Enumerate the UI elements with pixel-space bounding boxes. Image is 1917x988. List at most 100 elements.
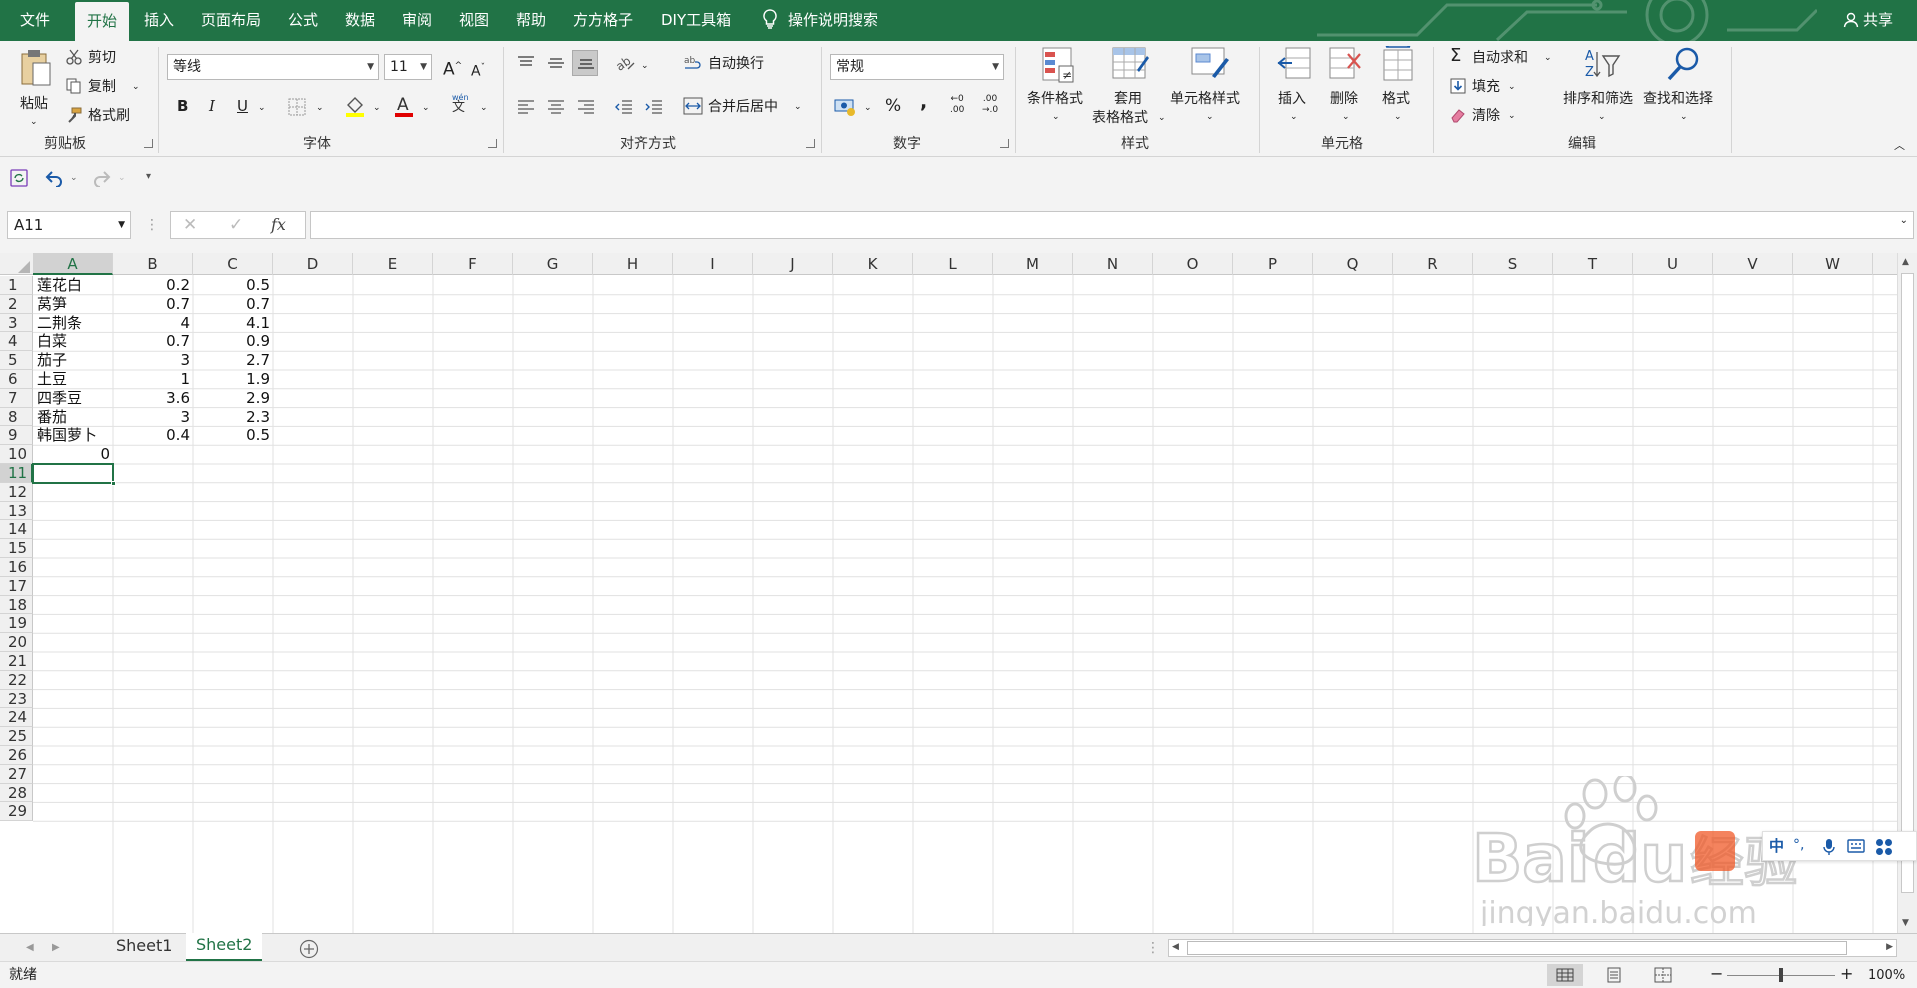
column-header-d[interactable]: D xyxy=(273,253,353,275)
cell-c7[interactable]: 2.9 xyxy=(193,389,273,408)
column-header-q[interactable]: Q xyxy=(1313,253,1393,275)
select-all-icon[interactable] xyxy=(18,261,30,273)
column-header-v[interactable]: V xyxy=(1713,253,1793,275)
chevron-down-icon[interactable]: ⌄ xyxy=(422,99,430,117)
fill-handle[interactable] xyxy=(111,480,116,486)
cell-c1[interactable]: 0.5 xyxy=(193,276,273,295)
column-header-j[interactable]: J xyxy=(753,253,833,275)
cell-a4[interactable]: 白菜 xyxy=(37,332,67,351)
normal-view-button[interactable] xyxy=(1547,964,1583,986)
cancel-icon[interactable]: ✕ xyxy=(183,216,197,234)
comma-button[interactable]: , xyxy=(920,93,927,112)
row-header-25[interactable]: 25 xyxy=(0,727,33,746)
prev-sheet-icon[interactable]: ◀ xyxy=(26,939,34,957)
cell-a5[interactable]: 茄子 xyxy=(37,351,67,370)
horizontal-scroll-thumb[interactable] xyxy=(1187,941,1847,955)
cell-b6[interactable]: 1 xyxy=(113,370,193,389)
collapse-ribbon-icon[interactable]: ︿ xyxy=(1894,137,1905,155)
orientation-icon[interactable]: ab xyxy=(614,52,636,72)
find-select-button[interactable]: 查找和选择 ⌄ xyxy=(1643,46,1723,128)
row-header-28[interactable]: 28 xyxy=(0,783,33,803)
column-header-n[interactable]: N xyxy=(1073,253,1153,275)
cell-b8[interactable]: 3 xyxy=(113,408,193,427)
tell-me-search[interactable]: 操作说明搜索 xyxy=(762,0,878,41)
tab-help[interactable]: 帮助 xyxy=(516,0,546,41)
phonetic-button[interactable]: wén 文 xyxy=(452,93,469,114)
dialog-launcher-icon[interactable] xyxy=(1000,139,1009,148)
row-header-9[interactable]: 9 xyxy=(0,426,33,446)
row-header-17[interactable]: 17 xyxy=(0,576,33,596)
borders-icon[interactable] xyxy=(288,98,306,116)
page-break-view-icon[interactable] xyxy=(1654,967,1672,983)
paste-button[interactable]: 粘贴 ⌄ xyxy=(14,47,58,127)
chevron-down-icon[interactable]: ⌄ xyxy=(258,99,266,117)
shrink-font-button[interactable]: Aˇ xyxy=(471,59,485,81)
ime-punct[interactable]: °, xyxy=(1793,836,1804,854)
align-middle-icon[interactable] xyxy=(546,55,566,71)
align-right-icon[interactable] xyxy=(576,99,596,115)
ime-lang[interactable]: 中 xyxy=(1769,837,1784,855)
cell-a6[interactable]: 土豆 xyxy=(37,370,67,389)
cell-a10[interactable]: 0 xyxy=(33,445,113,464)
tab-review[interactable]: 审阅 xyxy=(402,0,432,41)
row-header-29[interactable]: 29 xyxy=(0,802,33,822)
scroll-left-icon[interactable]: ◀ xyxy=(1172,942,1179,952)
share-button[interactable]: 共享 xyxy=(1843,0,1893,41)
align-left-icon[interactable] xyxy=(516,99,536,115)
zoom-out-button[interactable]: − xyxy=(1710,965,1723,983)
row-header-26[interactable]: 26 xyxy=(0,746,33,765)
cell-a9[interactable]: 韩国萝卜 xyxy=(37,426,97,445)
percent-button[interactable]: % xyxy=(885,97,901,115)
column-header-u[interactable]: U xyxy=(1633,253,1713,275)
cell-c2[interactable]: 0.7 xyxy=(193,295,273,314)
italic-button[interactable]: I xyxy=(209,97,215,115)
align-center-icon[interactable] xyxy=(546,99,566,115)
dialog-launcher-icon[interactable] xyxy=(488,139,497,148)
tab-home[interactable]: 开始 xyxy=(75,2,130,41)
column-header-l[interactable]: L xyxy=(913,253,993,275)
row-header-2[interactable]: 2 xyxy=(0,294,33,314)
row-header-4[interactable]: 4 xyxy=(0,332,33,352)
column-header-e[interactable]: E xyxy=(353,253,433,275)
font-name-dropdown[interactable]: 等线 ▼ xyxy=(167,54,379,80)
cell-b9[interactable]: 0.4 xyxy=(113,426,193,445)
cell-b5[interactable]: 3 xyxy=(113,351,193,370)
ime-toolbar[interactable]: 中 °, xyxy=(1762,831,1917,861)
column-header-p[interactable]: P xyxy=(1233,253,1313,275)
row-header-8[interactable]: 8 xyxy=(0,407,33,427)
next-sheet-icon[interactable]: ▶ xyxy=(52,939,60,957)
row-header-20[interactable]: 20 xyxy=(0,633,33,652)
cell-c5[interactable]: 2.7 xyxy=(193,351,273,370)
sheet-tab-sheet1[interactable]: Sheet1 xyxy=(106,934,182,960)
zoom-level[interactable]: 100% xyxy=(1868,967,1905,985)
underline-button[interactable]: U xyxy=(237,97,248,115)
cell-b1[interactable]: 0.2 xyxy=(113,276,193,295)
cell-a7[interactable]: 四季豆 xyxy=(37,389,82,408)
expand-formula-icon[interactable]: ⌄ xyxy=(1900,215,1908,226)
decrease-indent-icon[interactable] xyxy=(614,99,634,115)
sheet-tab-sheet2[interactable]: Sheet2 xyxy=(186,933,263,961)
insert-cells-button[interactable]: 插入 ⌄ xyxy=(1272,46,1316,128)
row-header-21[interactable]: 21 xyxy=(0,652,33,671)
page-layout-view-icon[interactable] xyxy=(1605,967,1623,983)
grow-font-button[interactable]: A^ xyxy=(443,57,462,79)
row-header-23[interactable]: 23 xyxy=(0,689,33,709)
row-header-12[interactable]: 12 xyxy=(0,482,33,502)
cell-a3[interactable]: 二荆条 xyxy=(37,314,82,333)
cell-c9[interactable]: 0.5 xyxy=(193,426,273,445)
increase-indent-icon[interactable] xyxy=(644,99,664,115)
cell-b4[interactable]: 0.7 xyxy=(113,332,193,351)
autosum-button[interactable]: Σ 自动求和 ⌄ xyxy=(1450,47,1558,69)
cell-styles-button[interactable]: 单元格样式 ⌄ xyxy=(1168,46,1252,128)
column-header-m[interactable]: M xyxy=(993,253,1073,275)
row-header-18[interactable]: 18 xyxy=(0,595,33,615)
scroll-thumb[interactable] xyxy=(1901,273,1914,893)
row-header-14[interactable]: 14 xyxy=(0,520,33,540)
tab-split-grip-icon[interactable]: ⋮ xyxy=(1146,939,1160,957)
row-header-27[interactable]: 27 xyxy=(0,764,33,784)
format-cells-button[interactable]: 格式 ⌄ xyxy=(1376,46,1420,128)
chevron-down-icon[interactable]: ⌄ xyxy=(480,99,488,117)
tab-diy[interactable]: DIY工具箱 xyxy=(661,0,731,41)
formula-input[interactable]: ⌄ xyxy=(310,211,1914,239)
column-header-g[interactable]: G xyxy=(513,253,593,275)
